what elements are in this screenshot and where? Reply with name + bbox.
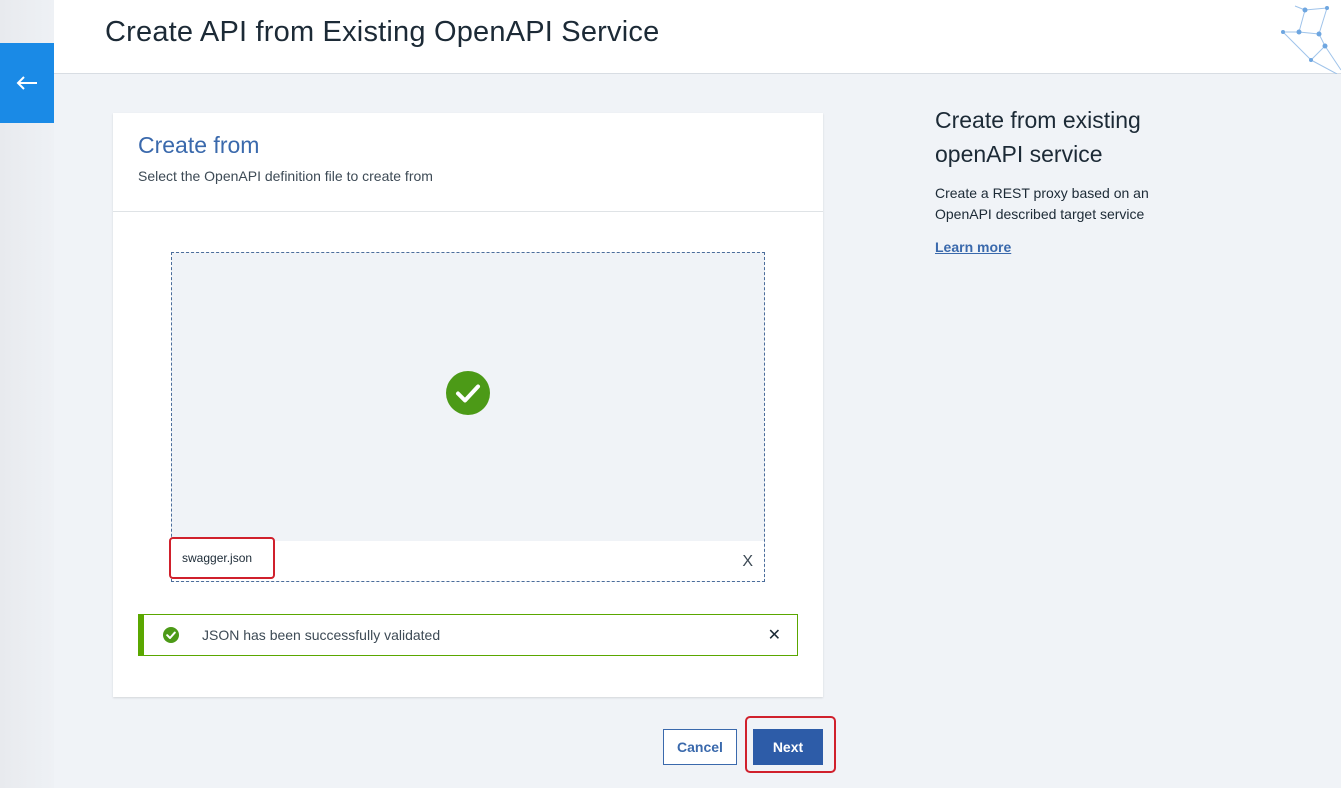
arrow-left-icon <box>16 76 37 90</box>
uploaded-file-name: swagger.json <box>169 537 275 579</box>
card-header: Create from Select the OpenAPI definitio… <box>113 113 823 212</box>
cancel-button[interactable]: Cancel <box>663 729 737 765</box>
info-panel: Create from existing openAPI service Cre… <box>935 103 1195 257</box>
file-dropzone[interactable]: swagger.json X <box>169 252 765 582</box>
page-title: Create API from Existing OpenAPI Service <box>105 16 660 48</box>
close-notification-button[interactable]: ✕ <box>768 625 781 645</box>
info-title: Create from existing openAPI service <box>935 107 1141 167</box>
back-button[interactable] <box>0 43 54 123</box>
learn-more-link[interactable]: Learn more <box>935 239 1011 255</box>
remove-file-button[interactable]: X <box>742 553 753 571</box>
next-button[interactable]: Next <box>753 729 823 765</box>
create-from-card: Create from Select the OpenAPI definitio… <box>113 113 823 697</box>
checkmark-circle-icon <box>446 371 490 415</box>
network-decoration-icon <box>1281 5 1341 74</box>
notification-text: JSON has been successfully validated <box>202 627 441 643</box>
success-notification: JSON has been successfully validated ✕ <box>138 614 798 656</box>
card-subtitle: Select the OpenAPI definition file to cr… <box>138 168 433 184</box>
checkmark-circle-icon <box>163 627 179 643</box>
uploaded-file-row: swagger.json X <box>169 537 764 581</box>
page-header: Create API from Existing OpenAPI Service <box>54 0 1341 74</box>
card-title: Create from <box>138 132 260 158</box>
info-description: Create a REST proxy based on an OpenAPI … <box>935 185 1149 222</box>
